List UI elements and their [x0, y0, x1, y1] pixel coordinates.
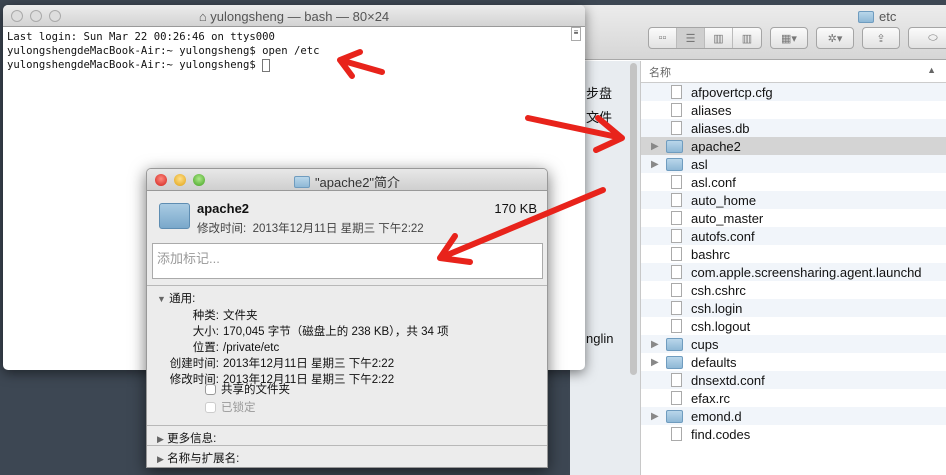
red-arrow-icon [525, 115, 625, 153]
annotation-arrows [337, 49, 625, 265]
red-arrow-icon [437, 187, 606, 265]
red-arrow-icon [337, 49, 385, 79]
